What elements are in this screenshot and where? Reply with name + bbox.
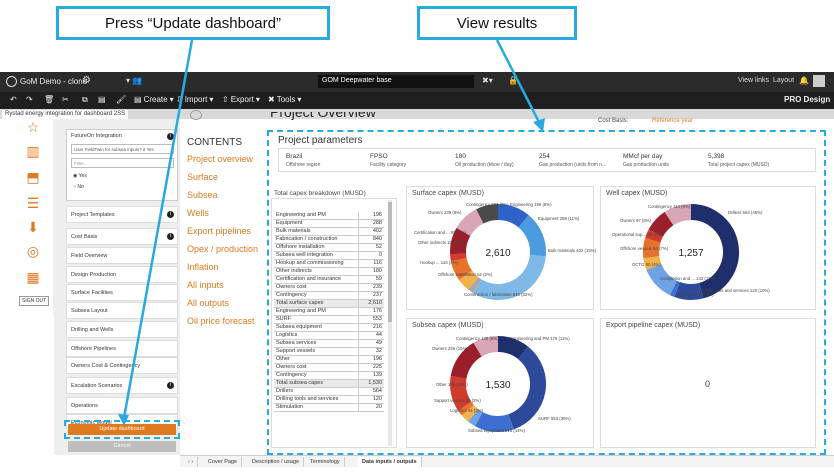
donut-slice[interactable] — [468, 408, 483, 427]
sheet-tabs: ‹ › Cover Page Description / usage Termino… — [180, 455, 834, 467]
sheet-tab[interactable]: Cover Page — [204, 457, 243, 467]
slice-label: Support vessels 32 (2%) — [434, 398, 481, 403]
donut-slice[interactable] — [648, 211, 674, 238]
donut-total: 1,530 — [485, 380, 510, 391]
donut-slice[interactable] — [476, 204, 499, 224]
slice-label: Offshore installation 52 (2%) — [438, 272, 493, 277]
slice-label: Contingency 237 (9%) — [466, 202, 509, 207]
donut-slice[interactable] — [473, 336, 499, 357]
donut-slice[interactable] — [468, 277, 482, 294]
slice-label: Owners 225 (15%) — [432, 346, 468, 351]
slice-label: Completion and ... 143 (11%) — [660, 276, 716, 281]
sheet-tab[interactable]: Data inputs / outputs — [358, 457, 422, 467]
slice-label: Logistics 44 (3%) — [450, 408, 484, 413]
donut-slice[interactable] — [664, 204, 692, 226]
slice-label: Other indirects 180 (7%) — [418, 240, 465, 245]
sheet-tab[interactable]: Description / usage — [248, 457, 305, 467]
slice-label: Stimulation 20 (2%) — [676, 292, 714, 297]
slice-label: OCTG 50 (4%) — [632, 262, 661, 267]
donut-slice[interactable] — [669, 280, 681, 298]
slice-label: SURF 553 (36%) — [538, 416, 571, 421]
screenshot-root: Press “Update dashboard” View results Go… — [0, 0, 834, 474]
slice-label: Contingency 114 (9%) — [648, 204, 691, 209]
slice-label: Contingency 139 (9%) — [456, 336, 499, 341]
slice-label: Engineering and PM 176 (11%) — [510, 336, 570, 341]
donut-slice[interactable] — [497, 336, 529, 360]
sheet-tab[interactable]: Terminology — [306, 457, 345, 467]
donut-charts: 2,610 Equipment 288 (11%) Bulk materials 4… — [414, 202, 770, 433]
slice-label: Certification and ... 59 (2%) — [414, 230, 467, 235]
donut-slice[interactable] — [497, 204, 529, 228]
slice-label: Hookup ... 116 (4%) — [420, 260, 458, 265]
slice-label: Owners 97 (8%) — [620, 218, 652, 223]
slice-label: Engineering 196 (8%) — [510, 202, 552, 207]
donut-slice[interactable] — [450, 253, 467, 262]
slice-label: Bulk materials 402 (15%) — [548, 248, 597, 253]
slice-label: Construction / fabrication 840 (32%) — [464, 292, 533, 297]
slice-label: Operational sup... 38 (3%) — [612, 232, 663, 237]
donut-total: 2,610 — [485, 248, 510, 259]
donut-total: 1,257 — [678, 248, 703, 259]
slice-label: Subsea equipment 216 (14%) — [468, 428, 525, 433]
donut-slice[interactable] — [474, 411, 514, 432]
slice-label: Equipment 288 (11%) — [538, 216, 580, 221]
slice-label: Other 196 (13%) — [436, 382, 468, 387]
tab-scroll[interactable]: ‹ › — [184, 457, 199, 467]
slice-label: Owners 239 (9%) — [428, 210, 462, 215]
slice-label: Drillers 564 (45%) — [728, 210, 763, 215]
slice-label: Offshore vessels 84 (7%) — [620, 246, 669, 251]
